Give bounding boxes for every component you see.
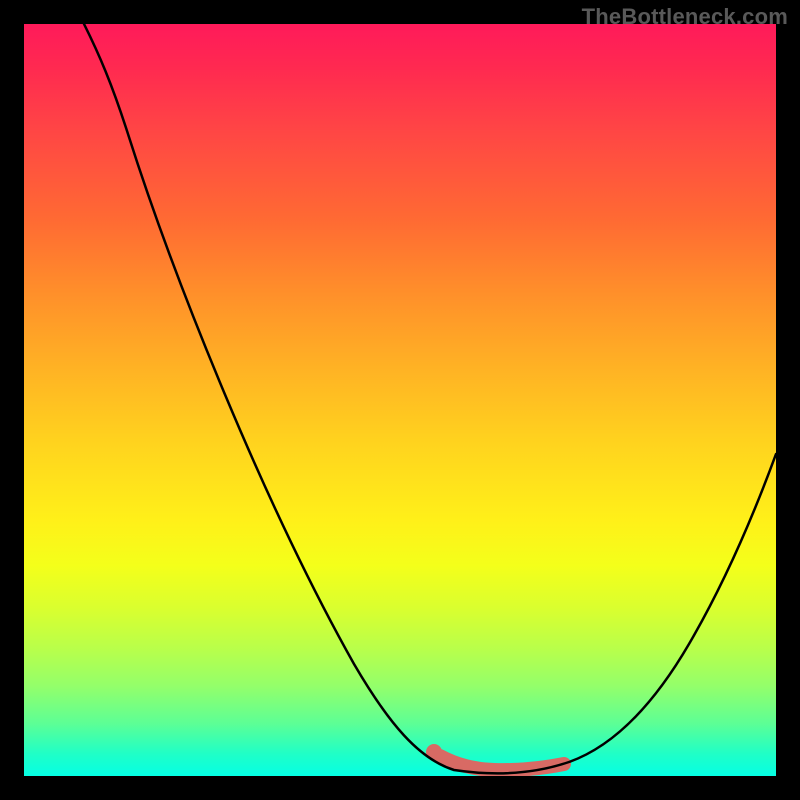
chart-frame: TheBottleneck.com: [0, 0, 800, 800]
plot-area: [24, 24, 776, 776]
bottleneck-curve: [84, 24, 776, 773]
curve-layer: [24, 24, 776, 776]
watermark-text: TheBottleneck.com: [582, 4, 788, 30]
